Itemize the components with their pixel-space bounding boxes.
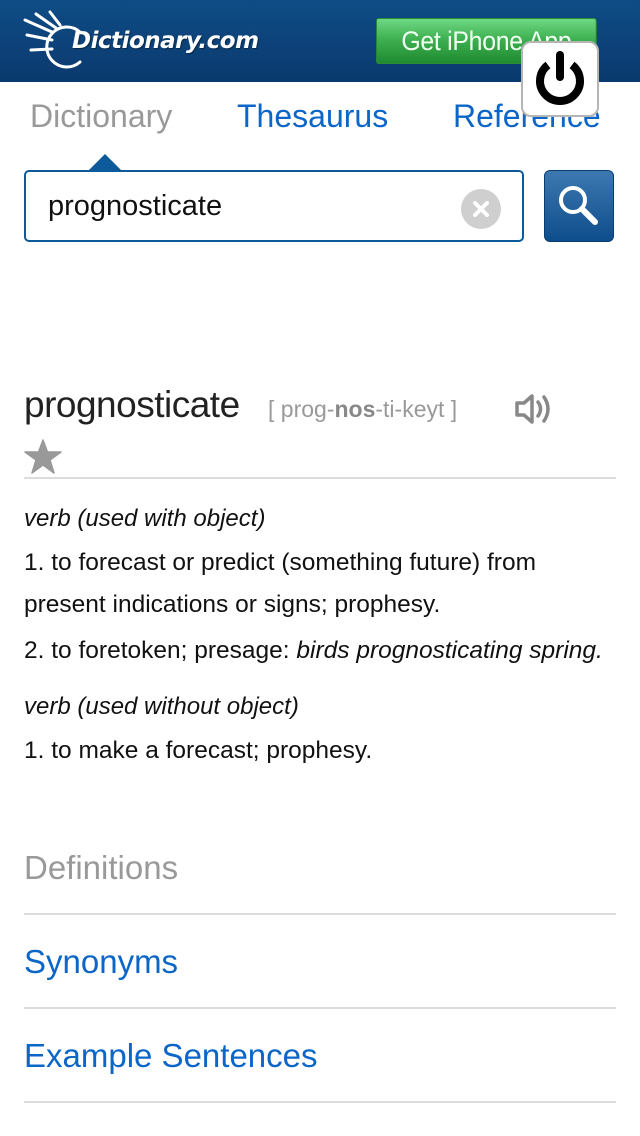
divider [24, 1007, 616, 1009]
power-overlay-button[interactable] [521, 41, 599, 117]
definition-text: 1. to forecast or predict (something fut… [24, 549, 536, 618]
definition: 1. to forecast or predict (something fut… [24, 542, 624, 626]
divider [24, 477, 616, 479]
power-icon [536, 51, 584, 105]
clear-search-button[interactable] [461, 189, 501, 229]
part-of-speech: verb (used without object) [24, 693, 299, 720]
search-icon [559, 186, 598, 225]
headword: prognosticate [24, 384, 240, 425]
section-synonyms[interactable]: Synonyms [24, 943, 178, 981]
definition: 2. to foretoken; presage: birds prognost… [24, 630, 624, 672]
section-definitions[interactable]: Definitions [24, 849, 178, 887]
tab-thesaurus[interactable]: Thesaurus [237, 98, 388, 135]
definition-text: 1. to make a forecast; prophesy. [24, 737, 373, 764]
star-icon[interactable] [24, 439, 62, 475]
divider [24, 1101, 616, 1103]
logo-text: Dictionary.com [72, 28, 259, 54]
definition: 1. to make a forecast; prophesy. [24, 730, 624, 772]
entry-header: prognosticate [ prog-nos-ti-keyt ] [24, 384, 624, 428]
pronunciation: [ prog-nos-ti-keyt ] [268, 396, 457, 423]
search-button[interactable] [544, 170, 614, 242]
section-example-sentences[interactable]: Example Sentences [24, 1037, 318, 1075]
pronunciation-start: [ prog- [268, 396, 335, 422]
definitions-list: verb (used with object) 1. to forecast o… [24, 502, 624, 772]
definition-text: 2. to foretoken; presage: [24, 637, 297, 664]
definition-example: birds prognosticating spring. [296, 637, 603, 664]
search-input[interactable] [48, 186, 448, 226]
part-of-speech: verb (used with object) [24, 505, 266, 532]
pronunciation-end: -ti-keyt ] [375, 396, 458, 422]
speaker-icon[interactable] [514, 391, 556, 427]
pronunciation-stressed: nos [334, 396, 376, 422]
divider [24, 913, 616, 915]
search-field[interactable] [24, 170, 524, 242]
dictionary-logo[interactable]: Dictionary.com [22, 10, 272, 70]
active-tab-pointer [89, 154, 121, 170]
clear-icon [473, 201, 489, 217]
tab-dictionary[interactable]: Dictionary [30, 98, 172, 135]
